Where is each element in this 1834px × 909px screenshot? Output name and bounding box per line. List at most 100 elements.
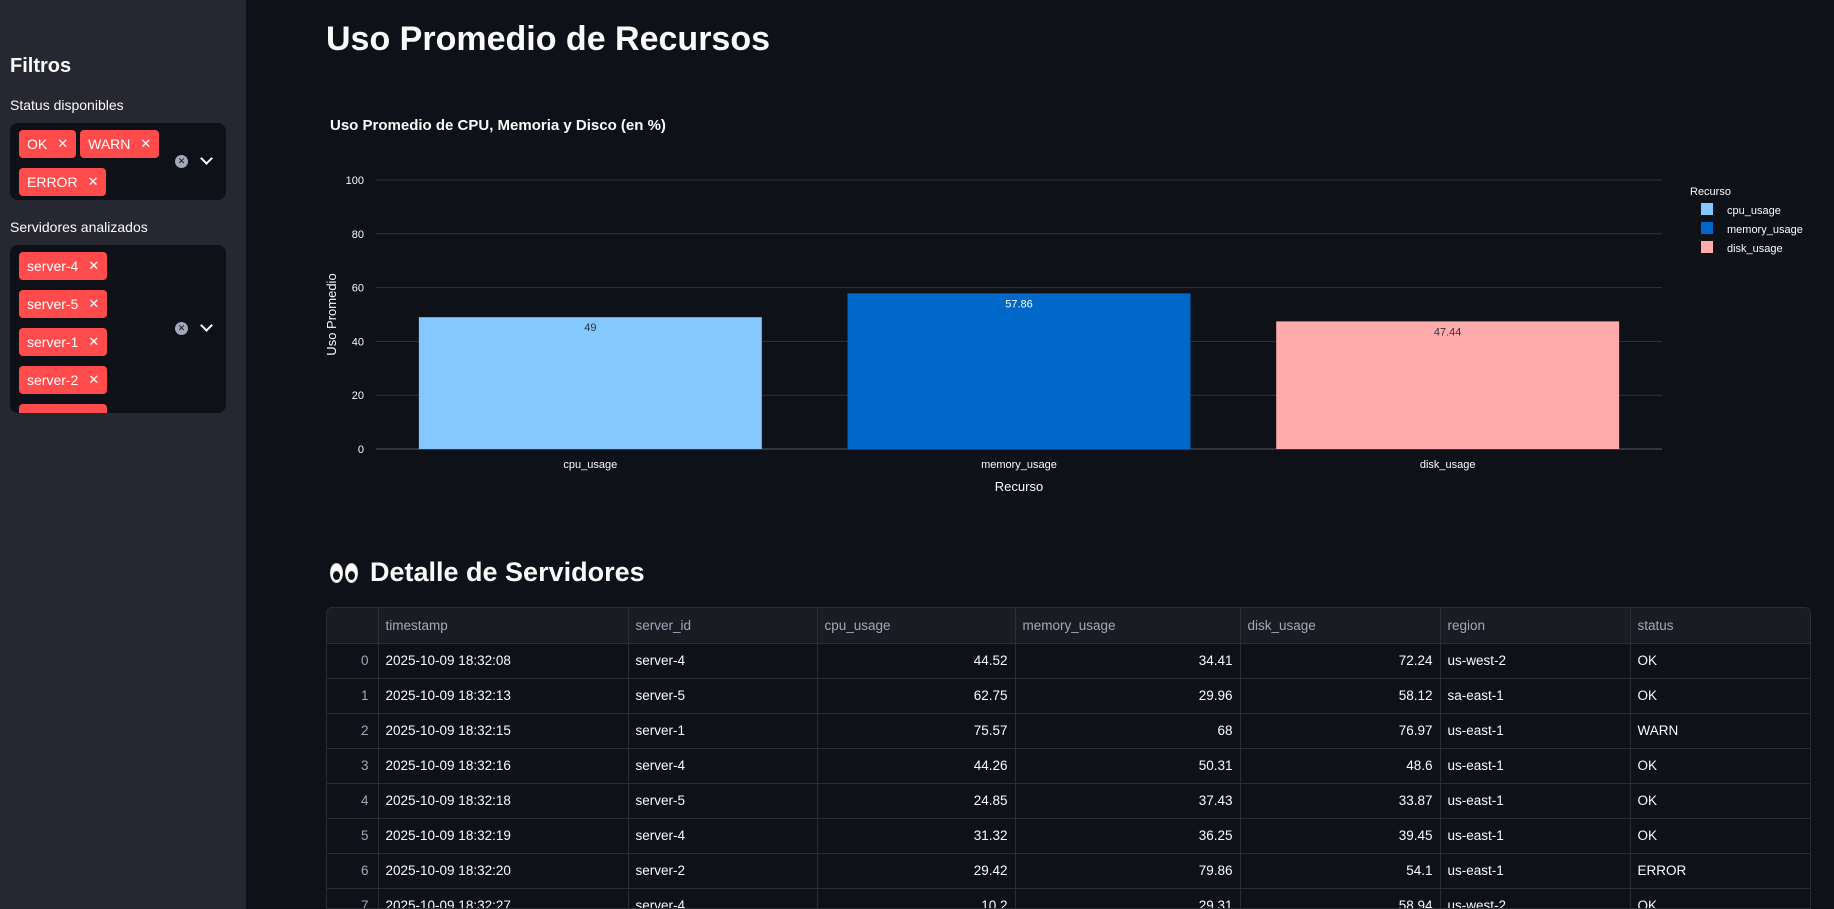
table-cell: 54.1 (1240, 853, 1441, 889)
legend-swatch (1701, 241, 1713, 253)
table-cell: OK (1630, 888, 1810, 908)
x-tick-label: cpu_usage (563, 459, 617, 471)
remove-chip-icon[interactable]: ✕ (88, 334, 99, 350)
filter-chip[interactable]: server-1 ✕ (19, 328, 108, 356)
status-multiselect[interactable]: OK ✕ WARN ✕ ERROR ✕ ✕ (10, 123, 226, 200)
bar-data-label: 57.86 (1005, 298, 1033, 310)
table-cell: 2025-10-09 18:32:15 (378, 713, 629, 749)
table-cell: 2 (327, 713, 379, 749)
table-cell: us-east-1 (1440, 783, 1631, 819)
remove-chip-icon[interactable]: ✕ (88, 258, 99, 274)
chip-label: server-4 (27, 258, 79, 274)
table-cell: 10.2 (817, 888, 1016, 908)
table-cell: us-east-1 (1440, 713, 1631, 749)
table-cell: 2025-10-09 18:32:08 (378, 643, 629, 679)
x-tick-label: disk_usage (1420, 459, 1476, 471)
y-tick-label: 100 (346, 175, 364, 187)
bar-cpu_usage (418, 317, 762, 449)
table-cell: 37.43 (1015, 783, 1241, 819)
table-cell: 31.32 (817, 818, 1016, 854)
table-row[interactable]: 2 2025-10-09 18:32:15 server-1 75.57 68 76.97… (327, 713, 1810, 749)
table-cell: 2025-10-09 18:32:18 (378, 783, 629, 819)
filter-chip[interactable]: OK ✕ (19, 130, 77, 158)
legend-title: Recurso (1690, 186, 1731, 198)
table-cell: sa-east-1 (1440, 678, 1631, 714)
table-cell: server-4 (628, 888, 818, 908)
table-cell: server-4 (628, 818, 818, 854)
chevron-down-icon[interactable] (200, 319, 213, 332)
y-tick-label: 20 (352, 390, 364, 402)
table-row[interactable]: 7 2025-10-09 18:32:27 server-4 10.2 29.31 58.… (327, 888, 1810, 908)
table-cell: 72.24 (1240, 643, 1441, 679)
table-row[interactable]: 3 2025-10-09 18:32:16 server-4 44.26 50.31 48… (327, 748, 1810, 784)
table-cell: server-4 (628, 748, 818, 784)
table-cell: us-east-1 (1440, 748, 1631, 784)
chip-label: server-3 (27, 410, 78, 413)
filter-chip[interactable]: WARN ✕ (80, 130, 160, 158)
chevron-down-icon[interactable] (200, 152, 213, 165)
table-row[interactable]: 6 2025-10-09 18:32:20 server-2 29.42 79.86 54… (327, 853, 1810, 889)
table-cell: 29.42 (817, 853, 1016, 889)
status-filter-label: Status disponibles (10, 97, 124, 113)
table-row[interactable]: 5 2025-10-09 18:32:19 server-4 31.32 36.25 39… (327, 818, 1810, 854)
column-header[interactable]: timestamp (378, 608, 629, 644)
y-axis-label: Uso Promedio (326, 273, 339, 355)
table-row[interactable]: 0 2025-10-09 18:32:08 server-4 44.52 34.41 72… (327, 643, 1810, 679)
eyes-icon (330, 562, 360, 583)
filter-chip[interactable]: server-3 ✕ (19, 404, 108, 413)
table-cell: us-east-1 (1440, 818, 1631, 854)
remove-chip-icon[interactable]: ✕ (88, 410, 99, 413)
chip-label: ERROR (27, 174, 78, 190)
filter-chip[interactable]: server-4 ✕ (19, 252, 108, 280)
table-cell: 1 (327, 678, 379, 714)
clear-icon[interactable]: ✕ (175, 155, 188, 168)
remove-chip-icon[interactable]: ✕ (88, 174, 99, 190)
table-cell: 2025-10-09 18:32:20 (378, 853, 629, 889)
column-header[interactable]: memory_usage (1015, 608, 1241, 644)
remove-chip-icon[interactable]: ✕ (57, 136, 68, 152)
table-cell: 44.52 (817, 643, 1016, 679)
table-cell: 68 (1015, 713, 1241, 749)
table-cell: 2025-10-09 18:32:19 (378, 818, 629, 854)
clear-icon[interactable]: ✕ (175, 322, 188, 335)
column-header[interactable]: server_id (628, 608, 818, 644)
table-cell: 6 (327, 853, 379, 889)
servers-multiselect[interactable]: server-4✕server-5✕server-1✕server-2✕serv… (10, 245, 226, 413)
column-header[interactable]: region (1440, 608, 1631, 644)
table-cell: 7 (327, 888, 379, 908)
status-chip-list: OK ✕ WARN ✕ ERROR ✕ (19, 130, 179, 200)
table-cell: server-5 (628, 678, 818, 714)
bar-data-label: 49 (584, 322, 596, 334)
table-cell: 2025-10-09 18:32:27 (378, 888, 629, 908)
filter-chip[interactable]: server-5 ✕ (19, 290, 108, 318)
table-cell: 58.94 (1240, 888, 1441, 908)
y-tick-label: 0 (358, 444, 364, 456)
table-cell: us-west-2 (1440, 643, 1631, 679)
data-table[interactable]: timestamp server_id cpu_usage memory_usage d… (326, 607, 1811, 909)
column-header[interactable] (327, 608, 379, 644)
table-cell: 76.97 (1240, 713, 1441, 749)
table-header-row: timestamp server_id cpu_usage memory_usage d… (327, 608, 1810, 644)
remove-chip-icon[interactable]: ✕ (140, 136, 151, 152)
column-header[interactable]: cpu_usage (817, 608, 1016, 644)
table-cell: 2025-10-09 18:32:13 (378, 678, 629, 714)
column-header[interactable]: disk_usage (1240, 608, 1441, 644)
table-cell: 34.41 (1015, 643, 1241, 679)
chip-label: WARN (88, 136, 131, 152)
table-cell: 2025-10-09 18:32:16 (378, 748, 629, 784)
table-row[interactable]: 1 2025-10-09 18:32:13 server-5 62.75 29.96 58… (327, 678, 1810, 714)
table-cell: 48.6 (1240, 748, 1441, 784)
remove-chip-icon[interactable]: ✕ (88, 372, 99, 388)
chip-label: OK (27, 136, 48, 152)
filter-chip[interactable]: ERROR ✕ (19, 168, 107, 196)
remove-chip-icon[interactable]: ✕ (88, 296, 99, 312)
filter-chip[interactable]: server-2 ✕ (19, 366, 108, 394)
servers-filter-label: Servidores analizados (10, 219, 148, 235)
chart-svg: Uso Promedio de CPU, Memoria y Disco (en… (324, 117, 1803, 494)
column-header[interactable]: status (1630, 608, 1810, 644)
table-cell: 44.26 (817, 748, 1016, 784)
x-axis-label: Recurso (995, 479, 1043, 494)
legend-entry: disk_usage (1727, 243, 1783, 255)
table-row[interactable]: 4 2025-10-09 18:32:18 server-5 24.85 37.43 33… (327, 783, 1810, 819)
table-cell: 58.12 (1240, 678, 1441, 714)
